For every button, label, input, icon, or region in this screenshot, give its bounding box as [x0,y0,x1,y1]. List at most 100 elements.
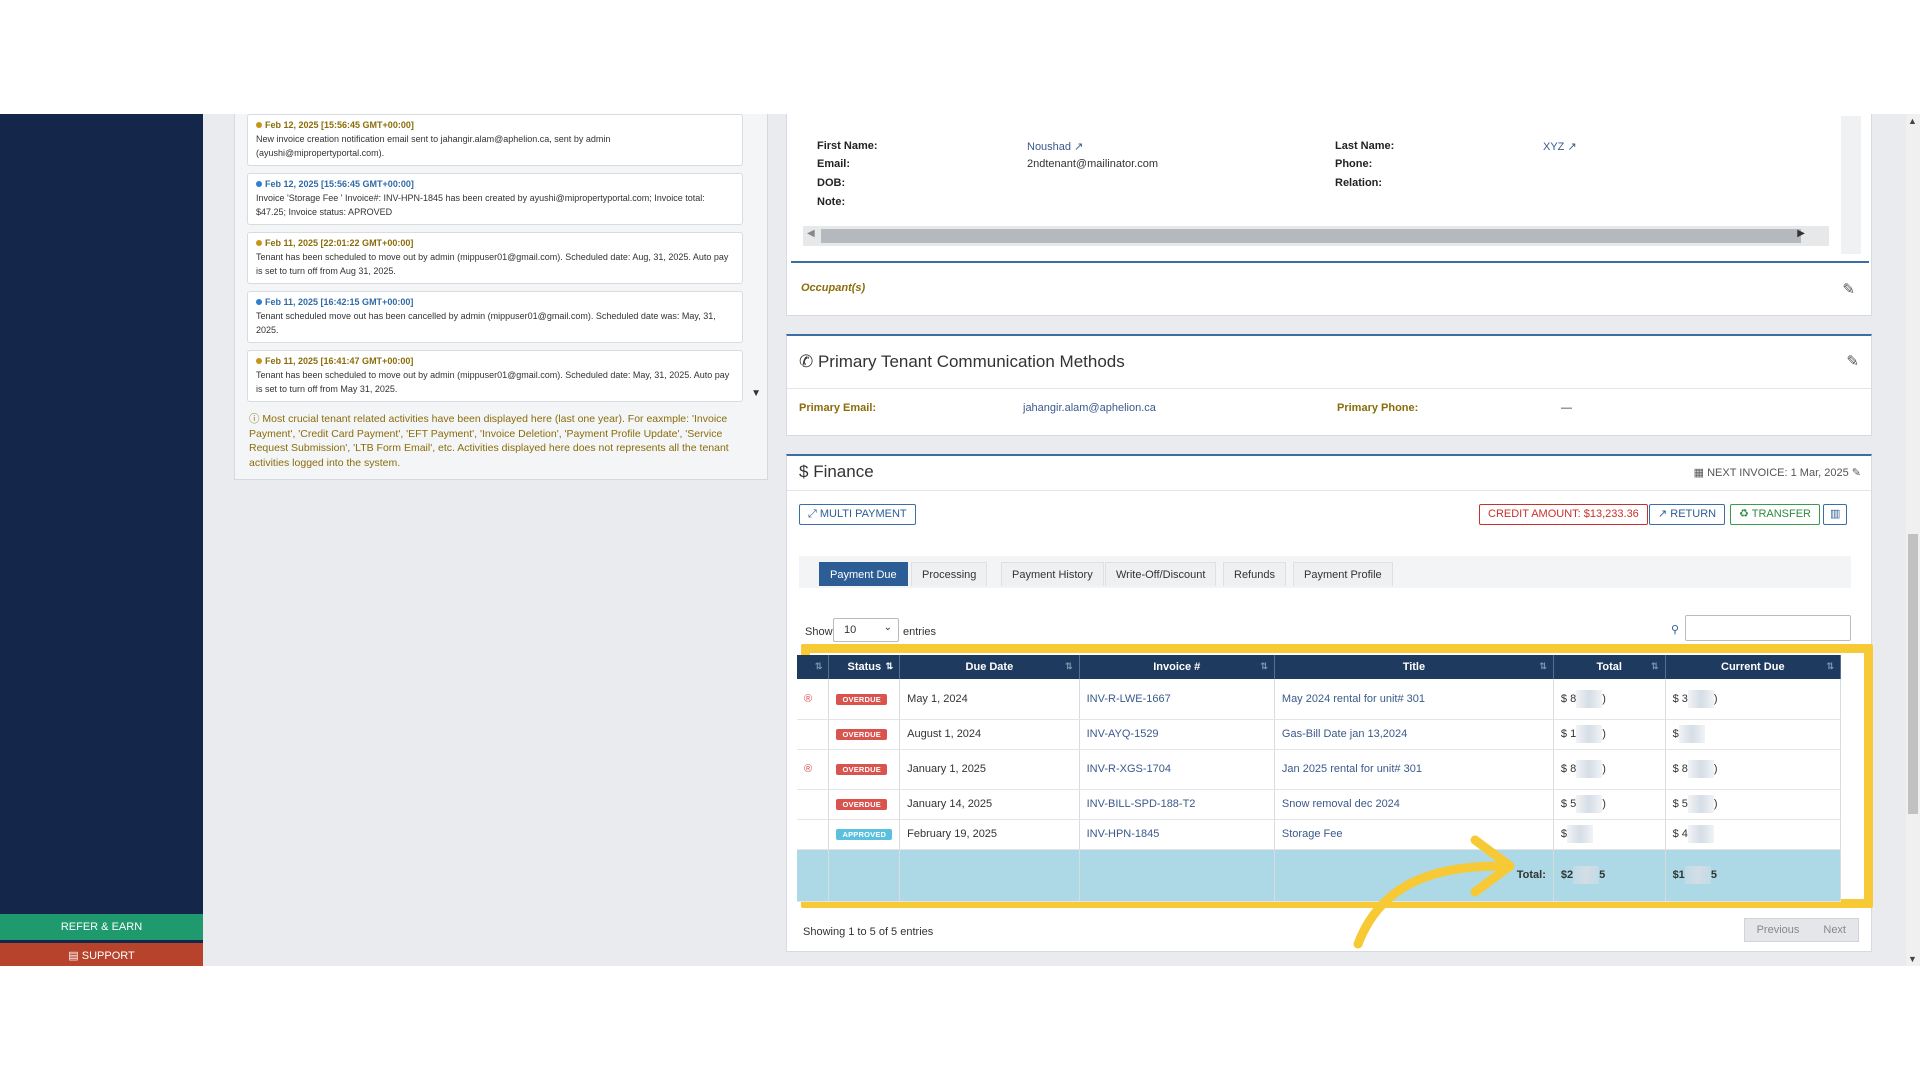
activity-time: Feb 12, 2025 [15:56:45 GMT+00:00] [256,177,734,191]
table-row[interactable]: ® OVERDUE May 1, 2024 INV-R-LWE-1667 May… [797,679,1842,720]
communication-title: ✆ Primary Tenant Communication Methods [799,352,1125,371]
invoice-cell[interactable]: INV-AYQ-1529 [1079,719,1275,750]
activity-time: Feb 12, 2025 [15:56:45 GMT+00:00] [256,118,734,132]
invoice-cell[interactable]: INV-R-XGS-1704 [1079,749,1275,790]
edit-icon[interactable]: ✎ [1846,352,1859,370]
total-cell: $ 8) [1553,679,1666,720]
app-viewport: REFER & EARN ▤ SUPPORT Feb 12, 2025 [15:… [0,114,1920,966]
activity-text: Tenant scheduled move out has been cance… [256,311,716,335]
sidebar: REFER & EARN ▤ SUPPORT [0,114,203,966]
tab-payment-history[interactable]: Payment History [1001,562,1104,586]
first-name-label: First Name: [817,140,878,152]
column-header-due-date[interactable]: Due Date ⇅ [899,655,1080,679]
page-scrollbar[interactable]: ▲ ▼ [1906,114,1920,966]
due-date-cell: February 19, 2025 [899,819,1080,850]
invoice-cell[interactable]: INV-R-LWE-1667 [1079,679,1275,720]
activity-time: Feb 11, 2025 [16:41:47 GMT+00:00] [256,354,734,368]
tab-processing[interactable]: Processing [911,562,988,586]
invoice-cell[interactable]: INV-HPN-1845 [1079,819,1275,850]
table-row[interactable]: OVERDUE August 1, 2024 INV-AYQ-1529 Gas-… [797,719,1842,750]
phone-icon: ✆ [799,352,818,371]
scroll-down-icon[interactable]: ▼ [751,388,761,399]
report-button[interactable]: ▥ [1823,504,1848,525]
status-badge: OVERDUE [836,729,887,740]
primary-email-label: Primary Email: [799,402,877,414]
previous-button[interactable]: Previous [1745,919,1812,941]
next-button[interactable]: Next [1811,919,1858,941]
payment-due-table: ⇅ Status ⇅ Due Date ⇅ Invoice # ⇅ Title ⇅ To… [797,655,1842,902]
primary-email-value: jahangir.alam@aphelion.ca [1023,402,1156,414]
table-row[interactable]: OVERDUE January 14, 2025 INV-BILL-SPD-18… [797,789,1842,820]
status-cell: OVERDUE [828,719,901,750]
page-size-select[interactable]: 10 ⌄ [833,618,899,642]
table-row[interactable]: ® OVERDUE January 1, 2025 INV-R-XGS-1704… [797,749,1842,790]
tab-payment-profile[interactable]: Payment Profile [1293,562,1393,586]
activity-item: Feb 12, 2025 [15:56:45 GMT+00:00] Invoic… [247,173,743,225]
tab-payment-due[interactable]: Payment Due [819,562,908,586]
row-mark: ® [797,679,830,720]
column-header-title[interactable]: Title ⇅ [1274,655,1554,679]
vertical-scrollbar[interactable] [1841,116,1861,254]
status-cell: OVERDUE [828,749,901,790]
table-info: Showing 1 to 5 of 5 entries [803,926,934,938]
relation-label: Relation: [1335,177,1383,189]
column-header-status[interactable]: Status ⇅ [828,655,901,679]
bar-chart-icon: ▥ [1830,508,1841,520]
scroll-down-icon[interactable]: ▼ [1908,954,1917,964]
dob-label: DOB: [817,177,846,189]
support-icon: ▤ [68,950,82,962]
primary-phone-label: Primary Phone: [1337,402,1419,414]
multi-payment-button[interactable]: ⤢ MULTI PAYMENT [799,504,916,525]
invoice-cell[interactable]: INV-BILL-SPD-188-T2 [1079,789,1275,820]
communication-panel: ✆ Primary Tenant Communication Methods ✎… [786,334,1872,436]
activity-time: Feb 11, 2025 [16:42:15 GMT+00:00] [256,295,734,309]
activity-panel: Feb 12, 2025 [15:56:45 GMT+00:00] New in… [234,114,768,480]
total-cell: $ 1) [1553,719,1666,750]
current-due-total: $1 5 [1665,849,1842,902]
current-due-cell: $ [1665,719,1842,750]
refer-earn-button[interactable]: REFER & EARN [0,914,203,940]
credit-amount-button[interactable]: CREDIT AMOUNT: $13,233.36 [1479,504,1648,525]
phone-label: Phone: [1335,158,1373,170]
edit-icon[interactable]: ✎ [1842,280,1855,298]
column-header-invoice[interactable]: Invoice # ⇅ [1079,655,1275,679]
table-row[interactable]: APPROVED February 19, 2025 INV-HPN-1845 … [797,819,1842,850]
activity-list[interactable]: Feb 12, 2025 [15:56:45 GMT+00:00] New in… [247,114,743,404]
entries-label: entries [903,626,937,638]
tab-write-off-discount[interactable]: Write-Off/Discount [1105,562,1217,586]
calendar-icon: ▦ [1693,467,1708,479]
column-header-current-due[interactable]: Current Due ⇅ [1665,655,1842,679]
due-date-cell: August 1, 2024 [899,719,1080,750]
column-header-total[interactable]: Total ⇅ [1553,655,1666,679]
current-due-cell: $ 4 [1665,819,1842,850]
next-invoice[interactable]: ▦ NEXT INVOICE: 1 Mar, 2025 ✎ [1694,466,1861,479]
support-label: SUPPORT [81,950,135,962]
external-link-icon: ↗ [1567,141,1577,153]
last-name-label: Last Name: [1335,140,1395,152]
column-header-select[interactable]: ⇅ [797,655,830,679]
title-cell: May 2024 rental for unit# 301 [1274,679,1554,720]
total-cell: $ [1553,819,1666,850]
transfer-button[interactable]: ♻ TRANSFER [1730,504,1820,525]
activity-item: Feb 11, 2025 [22:01:22 GMT+00:00] Tenant… [247,232,743,284]
tenant-info-panel: First Name: Noushad ↗ Email: 2ndtenant@m… [786,114,1872,316]
support-button[interactable]: ▤ SUPPORT [0,943,203,966]
dollar-icon: $ [799,462,814,481]
first-name-value[interactable]: Noushad ↗ [1027,140,1083,153]
search-input[interactable] [1685,615,1851,641]
activity-note: ⓘ Most crucial tenant related activities… [249,413,729,469]
recycle-icon: ♻ [1739,508,1752,520]
current-due-cell: $ 8) [1665,749,1842,790]
primary-phone-value: — [1561,402,1572,414]
status-cell: OVERDUE [828,679,901,720]
activity-item: Feb 11, 2025 [16:41:47 GMT+00:00] Tenant… [247,350,743,402]
activity-time: Feb 11, 2025 [22:01:22 GMT+00:00] [256,236,734,250]
status-badge: OVERDUE [836,764,887,775]
tab-refunds[interactable]: Refunds [1223,562,1286,586]
horizontal-scrollbar[interactable]: ◀ ▶ [803,226,1829,246]
scroll-up-icon[interactable]: ▲ [1908,116,1917,126]
last-name-value[interactable]: XYZ ↗ [1543,140,1577,153]
due-date-cell: January 1, 2025 [899,749,1080,790]
return-button[interactable]: ↗ RETURN [1649,504,1726,525]
activity-text: New invoice creation notification email … [256,134,611,158]
